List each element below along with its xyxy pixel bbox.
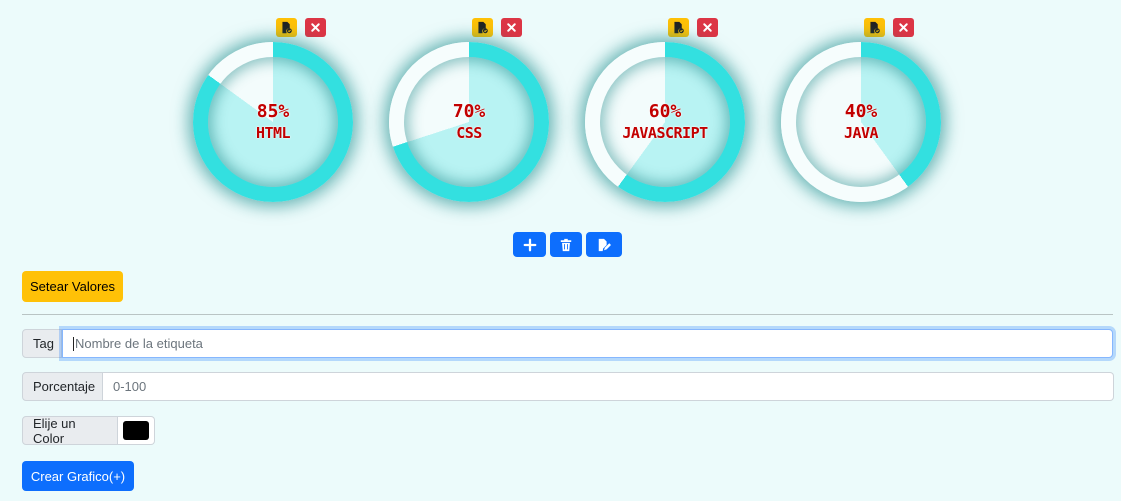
file-edit-icon <box>870 21 880 34</box>
chart-card: 60% JAVASCRIPT <box>580 14 750 210</box>
donut-inner <box>600 57 730 187</box>
tag-label-text: Tag <box>33 336 54 351</box>
color-label: Elije un Color <box>22 415 118 446</box>
percent-label-text: Porcentaje <box>33 379 96 394</box>
set-values-label: Setear Valores <box>29 279 116 294</box>
donut-inner <box>796 57 926 187</box>
delete-chart-button[interactable] <box>305 18 326 37</box>
percent-input-group: Porcentaje 0-100 <box>22 372 1114 401</box>
delete-chart-button[interactable] <box>893 18 914 37</box>
toolbar <box>513 232 622 257</box>
file-edit-icon <box>478 21 488 34</box>
delete-chart-button[interactable] <box>697 18 718 37</box>
color-input-group: Elije un Color <box>22 415 155 446</box>
chart-actions <box>472 18 522 37</box>
tag-input[interactable]: Nombre de la etiqueta <box>62 329 1113 358</box>
percent-input[interactable]: 0-100 <box>103 372 1114 401</box>
chart-actions <box>668 18 718 37</box>
file-edit-icon <box>598 238 611 251</box>
chart-card: 85% HTML <box>188 14 358 210</box>
tag-input-group: Tag Nombre de la etiqueta <box>22 329 1113 358</box>
chart-card: 70% CSS <box>384 14 554 210</box>
file-edit-icon <box>282 21 292 34</box>
edit-chart-button[interactable] <box>472 18 493 37</box>
chart-actions <box>864 18 914 37</box>
close-icon <box>703 23 712 32</box>
close-icon <box>899 23 908 32</box>
set-values-button[interactable]: Setear Valores <box>22 271 123 302</box>
edit-chart-button[interactable] <box>864 18 885 37</box>
plus-icon <box>523 238 536 251</box>
tag-label: Tag <box>22 329 62 358</box>
file-edit-icon <box>674 21 684 34</box>
donut-chart: 85% HTML <box>193 42 353 202</box>
color-picker[interactable] <box>118 416 155 445</box>
text-caret <box>73 336 74 351</box>
edit-chart-button[interactable] <box>668 18 689 37</box>
donut-inner <box>404 57 534 187</box>
percent-label: Porcentaje <box>22 372 103 401</box>
chart-actions <box>276 18 326 37</box>
donut-chart: 60% JAVASCRIPT <box>585 42 745 202</box>
add-chart-button[interactable] <box>513 232 546 257</box>
donut-chart: 70% CSS <box>389 42 549 202</box>
color-swatch <box>123 421 149 440</box>
divider <box>22 314 1113 315</box>
delete-chart-button[interactable] <box>501 18 522 37</box>
color-label-text: Elije un Color <box>33 415 76 446</box>
percent-placeholder: 0-100 <box>113 379 147 394</box>
create-chart-button[interactable]: Crear Grafico(+) <box>22 461 134 491</box>
edit-chart-button[interactable] <box>276 18 297 37</box>
donut-inner <box>208 57 338 187</box>
edit-all-button[interactable] <box>586 232 622 257</box>
chart-card: 40% JAVA <box>776 14 946 210</box>
charts-area: 85% HTML 70% CSS 60% JAVASCRIPT 40% JAVA <box>0 0 1121 220</box>
create-chart-label: Crear Grafico(+) <box>30 468 126 484</box>
close-icon <box>507 23 516 32</box>
donut-chart: 40% JAVA <box>781 42 941 202</box>
close-icon <box>311 23 320 32</box>
tag-placeholder: Nombre de la etiqueta <box>75 336 203 351</box>
delete-all-button[interactable] <box>550 232 582 257</box>
trash-icon <box>560 238 572 251</box>
